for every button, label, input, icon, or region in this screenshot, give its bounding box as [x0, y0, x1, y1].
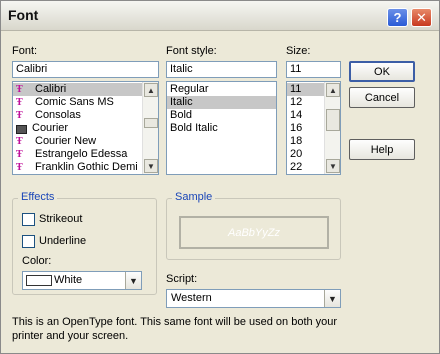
font-list-item[interactable]: Ŧ Franklin Gothic Demi — [13, 161, 158, 174]
script-label: Script: — [166, 273, 198, 285]
effects-title: Effects — [18, 191, 58, 203]
script-select-value: Western — [171, 292, 212, 304]
underline-label: Underline — [39, 235, 87, 247]
cancel-button[interactable]: Cancel — [349, 87, 415, 108]
scroll-thumb[interactable] — [144, 118, 158, 128]
title-close-button[interactable]: ✕ — [411, 8, 432, 27]
scroll-thumb[interactable] — [326, 109, 340, 131]
font-list-item[interactable]: Ŧ Estrangelo Edessa — [13, 148, 158, 161]
truetype-icon: Ŧ — [16, 161, 23, 173]
font-list-item-label: Courier New — [35, 135, 97, 147]
size-list[interactable]: 11 12 14 16 18 20 22 ▲ ▼ — [286, 81, 341, 175]
title-bar[interactable]: Font ? ✕ — [1, 1, 439, 31]
font-list-item-label: Courier — [32, 122, 69, 134]
sample-text: AaBbYyZz — [228, 226, 280, 239]
font-list-item-label: Comic Sans MS — [35, 96, 114, 108]
size-label: Size: — [286, 45, 311, 57]
font-list-item[interactable]: Ŧ Consolas — [13, 109, 158, 122]
font-list[interactable]: Ŧ Calibri Ŧ Comic Sans MS Ŧ Consolas Courier Ŧ C… — [12, 81, 159, 175]
printer-font-icon — [16, 125, 27, 134]
font-style-list[interactable]: Regular Italic Bold Bold Italic — [166, 81, 277, 175]
sample-preview: AaBbYyZz — [179, 216, 329, 249]
font-list-item[interactable]: Courier — [13, 122, 158, 135]
color-select[interactable]: White ▼ — [22, 271, 142, 290]
font-list-scrollbar[interactable]: ▲ ▼ — [142, 82, 158, 174]
question-icon: ? — [393, 10, 402, 25]
font-style-list-item[interactable]: Regular — [167, 83, 276, 96]
truetype-icon: Ŧ — [16, 109, 23, 121]
ok-button[interactable]: OK — [349, 61, 415, 82]
font-style-list-item[interactable]: Bold Italic — [167, 122, 276, 135]
font-style-label: Font style: — [166, 45, 217, 57]
font-style-list-item[interactable]: Bold — [167, 109, 276, 122]
font-input[interactable]: Calibri — [12, 61, 159, 78]
scroll-down-icon[interactable]: ▼ — [144, 159, 158, 173]
font-list-item[interactable]: Ŧ Calibri — [13, 83, 158, 96]
title-help-button[interactable]: ? — [387, 8, 408, 27]
font-list-item[interactable]: Ŧ Comic Sans MS — [13, 96, 158, 109]
color-label: Color: — [22, 255, 52, 267]
truetype-icon: Ŧ — [16, 96, 23, 108]
scroll-up-icon[interactable]: ▲ — [144, 83, 158, 97]
truetype-icon: Ŧ — [16, 148, 23, 160]
scroll-down-icon[interactable]: ▼ — [326, 159, 340, 173]
font-list-item-label: Calibri — [35, 83, 67, 95]
size-list-scrollbar[interactable]: ▲ ▼ — [324, 82, 340, 174]
truetype-icon: Ŧ — [16, 83, 23, 95]
size-input[interactable]: 11 — [286, 61, 341, 78]
underline-checkbox[interactable] — [22, 235, 35, 248]
font-list-item-label: Estrangelo Edessa — [35, 148, 128, 160]
help-button[interactable]: Help — [349, 139, 415, 160]
chevron-down-icon[interactable]: ▼ — [125, 272, 141, 289]
font-dialog: Font ? ✕ Font: Calibri Ŧ Calibri Ŧ Comic Sa… — [0, 0, 440, 354]
dialog-title: Font — [8, 7, 39, 23]
truetype-icon: Ŧ — [16, 135, 23, 147]
strikeout-checkbox[interactable] — [22, 213, 35, 226]
scroll-up-icon[interactable]: ▲ — [326, 83, 340, 97]
font-label: Font: — [12, 45, 38, 57]
font-style-list-item[interactable]: Italic — [167, 96, 276, 109]
strikeout-label: Strikeout — [39, 213, 83, 225]
chevron-down-icon[interactable]: ▼ — [324, 290, 340, 307]
sample-title: Sample — [172, 191, 216, 203]
color-swatch — [26, 275, 52, 286]
close-icon: ✕ — [416, 9, 427, 25]
script-select[interactable]: Western ▼ — [166, 289, 341, 308]
font-style-input[interactable]: Italic — [166, 61, 277, 78]
font-info-text: This is an OpenType font. This same font… — [12, 316, 338, 342]
color-select-value: White — [54, 274, 83, 286]
font-list-item[interactable]: Ŧ Courier New — [13, 135, 158, 148]
font-list-item-label: Consolas — [35, 109, 81, 121]
font-list-item-label: Franklin Gothic Demi — [35, 161, 138, 173]
